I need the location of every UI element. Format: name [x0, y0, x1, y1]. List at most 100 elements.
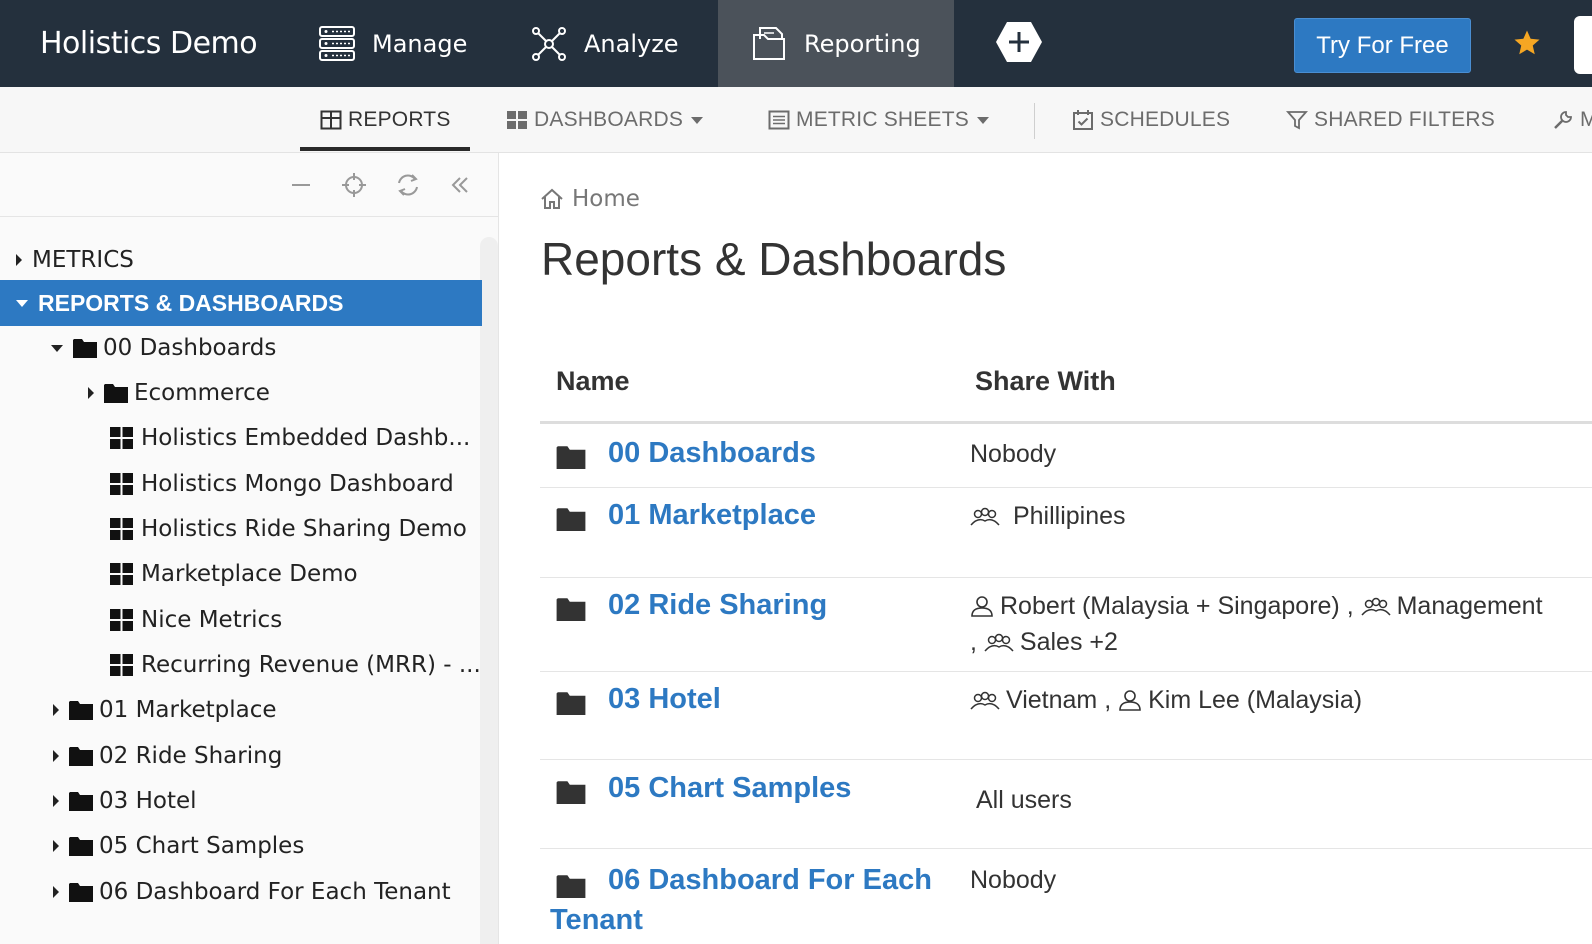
dashboard-grid-icon	[507, 111, 527, 129]
folder-link[interactable]: 03 Hotel	[608, 683, 721, 716]
refresh-icon[interactable]	[394, 171, 422, 199]
nav-manage[interactable]: Manage	[318, 0, 467, 87]
share-with-cell: Vietnam , Kim Lee (Malaysia)	[970, 682, 1362, 718]
table-icon	[320, 110, 342, 130]
network-icon	[532, 26, 566, 61]
table-row-name[interactable]: 05 Chart Samples	[556, 772, 851, 805]
folder-icon	[556, 875, 586, 898]
tree-item-label: 06 Dashboard For Each Tenant	[99, 879, 451, 905]
reporting-subnav: REPORTS DASHBOARDS METRIC SHEETS SCHEDUL…	[0, 87, 1592, 153]
share-user: Kim Lee (Malaysia)	[1148, 686, 1363, 714]
tree-item-reports-dashboards[interactable]: REPORTS & DASHBOARDS	[0, 280, 482, 326]
tab-metric-sheets[interactable]: METRIC SHEETS	[768, 87, 989, 153]
tree-dashboard-item[interactable]: Recurring Revenue (MRR) - ...	[0, 642, 481, 688]
table-row-name[interactable]: 01 Marketplace	[556, 499, 816, 532]
star-icon[interactable]	[1512, 28, 1542, 58]
tree-item-label: 02 Ride Sharing	[99, 743, 283, 769]
users-group-icon	[970, 507, 1000, 526]
collapse-all-icon[interactable]	[287, 171, 315, 199]
wrench-icon	[1554, 111, 1572, 129]
table-row-name[interactable]: 00 Dashboards	[556, 437, 816, 470]
tree-folder-00-dashboards[interactable]: 00 Dashboards	[0, 325, 276, 371]
sidebar-scrollbar[interactable]	[480, 237, 498, 944]
share-group: Vietnam ,	[1006, 686, 1112, 714]
collapse-sidebar-icon[interactable]	[446, 171, 474, 199]
share-with-cell: Nobody	[970, 436, 1056, 472]
breadcrumb-home[interactable]: Home	[572, 186, 640, 212]
tab-schedules-label: SCHEDULES	[1100, 108, 1231, 131]
dashboard-icon	[110, 609, 133, 631]
tab-more[interactable]: M	[1552, 87, 1592, 153]
nav-reporting-label: Reporting	[804, 29, 921, 58]
tree-folder-05-chart-samples[interactable]: 05 Chart Samples	[0, 823, 304, 869]
share-text: Nobody	[970, 866, 1057, 894]
list-icon	[768, 110, 790, 130]
nav-analyze-label: Analyze	[584, 29, 679, 58]
dashboard-icon	[110, 654, 133, 676]
folder-icon	[69, 883, 93, 902]
tab-metric-sheets-label: METRIC SHEETS	[796, 108, 969, 131]
folder-link[interactable]: 00 Dashboards	[608, 437, 816, 470]
folder-icon	[556, 692, 586, 715]
tree-item-metrics[interactable]: METRICS	[0, 237, 134, 283]
tree-dashboard-item[interactable]: Holistics Embedded Dashb...	[0, 415, 470, 461]
add-plus-icon[interactable]	[995, 20, 1043, 64]
crosshair-icon[interactable]	[340, 171, 368, 199]
tree-folder-06-dashboard-for-each-tenant[interactable]: 06 Dashboard For Each Tenant	[0, 869, 451, 915]
folder-link[interactable]: 06 Dashboard For Each	[608, 864, 932, 897]
users-group-icon	[984, 633, 1014, 652]
share-with-cell: Phillipines	[970, 498, 1126, 534]
user-icon	[1119, 690, 1141, 711]
share-separator: ,	[970, 628, 977, 656]
sidebar-toolbar	[0, 153, 499, 217]
row-divider	[540, 671, 1592, 672]
header-divider	[540, 421, 1592, 424]
tree-item-label: 05 Chart Samples	[99, 833, 305, 859]
user-menu-edge[interactable]	[1574, 16, 1592, 74]
tab-reports[interactable]: REPORTS	[320, 87, 451, 153]
sidebar: METRICS REPORTS & DASHBOARDS 00 Dashboar…	[0, 153, 499, 944]
chevron-down-icon	[691, 116, 704, 124]
folder-link[interactable]: 02 Ride Sharing	[608, 589, 827, 622]
brand-name[interactable]: Holistics Demo	[40, 0, 258, 87]
share-group: Sales +2	[1019, 628, 1118, 656]
row-divider	[540, 848, 1592, 849]
tab-shared-filters[interactable]: SHARED FILTERS	[1286, 87, 1495, 153]
folder-icon	[69, 837, 93, 856]
table-row-name[interactable]: 02 Ride Sharing	[556, 589, 827, 622]
tree-folder-02-ride-sharing[interactable]: 02 Ride Sharing	[0, 733, 282, 779]
tree-folder-ecommerce[interactable]: Ecommerce	[0, 370, 270, 416]
tree-dashboard-item[interactable]: Holistics Mongo Dashboard	[0, 461, 454, 507]
tree-dashboard-item[interactable]: Marketplace Demo	[0, 551, 358, 597]
tab-dashboards-label: DASHBOARDS	[534, 108, 684, 131]
breadcrumb[interactable]: Home	[540, 186, 640, 212]
folder-icon	[69, 792, 93, 811]
nav-reporting[interactable]: Reporting	[718, 0, 954, 87]
caret-right-icon	[53, 795, 59, 807]
folder-link-continued[interactable]: Tenant	[550, 904, 643, 937]
tree-dashboard-item[interactable]: Nice Metrics	[0, 597, 282, 643]
tree-item-label: Holistics Ride Sharing Demo	[141, 516, 467, 542]
folder-link[interactable]: 01 Marketplace	[608, 499, 816, 532]
folder-link[interactable]: 05 Chart Samples	[608, 772, 851, 805]
try-for-free-button[interactable]: Try For Free	[1294, 18, 1471, 73]
share-with-cell: Robert (Malaysia + Singapore) , Manageme…	[970, 588, 1580, 660]
tab-schedules[interactable]: SCHEDULES	[1072, 87, 1230, 153]
tree-dashboard-item[interactable]: Holistics Ride Sharing Demo	[0, 506, 467, 552]
tree-item-label: 01 Marketplace	[99, 697, 277, 723]
tree-item-label: 03 Hotel	[99, 788, 197, 814]
tree-folder-01-marketplace[interactable]: 01 Marketplace	[0, 687, 277, 733]
folder-icon	[556, 781, 586, 804]
share-text: Nobody	[970, 440, 1057, 468]
tab-dashboards[interactable]: DASHBOARDS	[506, 87, 704, 153]
share-user: Robert (Malaysia + Singapore) ,	[1000, 592, 1354, 620]
tree-item-label: Ecommerce	[134, 380, 270, 406]
tree-item-label: Marketplace Demo	[141, 561, 358, 587]
caret-right-icon	[16, 254, 22, 266]
folder-icon	[556, 508, 586, 531]
folder-icon	[556, 598, 586, 621]
table-row-name[interactable]: 03 Hotel	[556, 683, 721, 716]
nav-analyze[interactable]: Analyze	[530, 0, 679, 87]
column-header-name[interactable]: Name	[556, 366, 630, 397]
tree-folder-03-hotel[interactable]: 03 Hotel	[0, 778, 197, 824]
